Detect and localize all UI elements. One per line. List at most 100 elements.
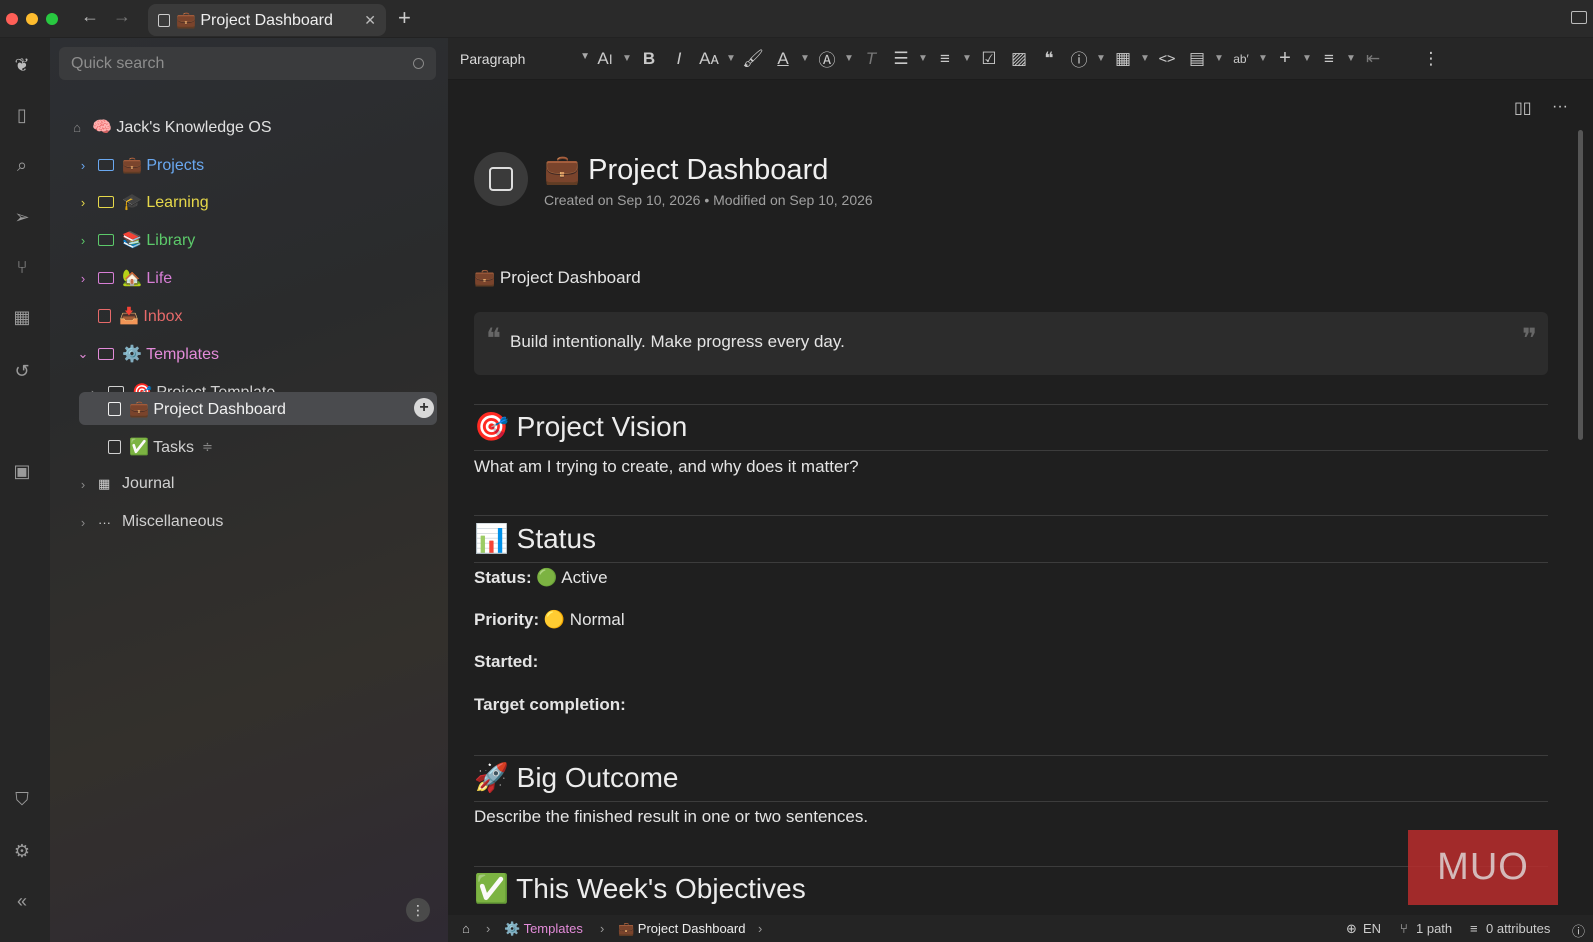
new-note-icon[interactable]: ▯ (11, 104, 33, 126)
intro-text: 💼 Project Dashboard (474, 268, 641, 287)
calendar-icon: ▦ (98, 476, 111, 491)
folder-icon (98, 272, 114, 284)
collapse-icon[interactable]: « (11, 890, 33, 912)
divider (474, 755, 1548, 756)
chevron-right-icon[interactable]: › (76, 195, 90, 210)
new-tab-icon[interactable]: + (398, 5, 411, 31)
chevron-down-icon[interactable]: ▼ (1300, 53, 1314, 64)
note-metadata: Created on Sep 10, 2026 • Modified on Se… (544, 192, 873, 208)
relation-map-icon[interactable]: ⑂ (11, 256, 33, 278)
insert-image-icon[interactable]: ▨ (1004, 49, 1034, 69)
tree-item-tasks[interactable]: ✅ Tasks ≑ (86, 431, 213, 463)
chevron-down-icon[interactable]: ▼ (798, 53, 812, 64)
tab-close-icon[interactable]: ✕ (364, 12, 376, 29)
chevron-down-icon[interactable]: ▼ (842, 53, 856, 64)
tree-item-projects[interactable]: › 💼 Projects (76, 149, 204, 181)
info-icon[interactable]: ⓘ (1572, 921, 1585, 940)
table-icon[interactable]: ▦ (1108, 49, 1138, 69)
more-vertical-icon[interactable]: ⋮ (1416, 49, 1446, 69)
font-size-icon[interactable]: AI (590, 49, 620, 69)
chevron-right-icon[interactable]: › (76, 477, 90, 492)
chevron-down-icon[interactable]: ▼ (724, 53, 738, 64)
filter-icon: ≑ (201, 439, 213, 454)
format-painter-icon[interactable]: 🖌 (738, 49, 768, 69)
right-panel-toggle-icon[interactable] (1571, 11, 1587, 24)
admonition-icon[interactable]: ⓘ (1064, 46, 1094, 71)
split-view-icon[interactable]: ▯▯ (1514, 98, 1532, 118)
more-horizontal-icon[interactable]: ··· (1552, 98, 1568, 116)
today-calendar-icon[interactable]: ▣ (11, 460, 33, 482)
chevron-right-icon[interactable]: › (76, 233, 90, 248)
breadcrumb-templates[interactable]: ⚙️ Templates (504, 921, 583, 937)
text-case-icon[interactable]: Aᴀ (694, 49, 724, 69)
tree-root[interactable]: ⌂ 🧠 Jack's Knowledge OS (70, 111, 271, 143)
tree-item-journal[interactable]: › ▦ Journal (76, 468, 175, 500)
tree-item-library[interactable]: › 📚 Library (76, 224, 195, 256)
highlight-icon[interactable]: Ⓐ (812, 46, 842, 71)
chevron-down-icon[interactable]: ▼ (1212, 53, 1226, 64)
chevron-down-icon[interactable]: ▼ (916, 53, 930, 64)
tree-item-learning[interactable]: › 🎓 Learning (76, 186, 209, 218)
send-icon[interactable]: ➢ (11, 206, 33, 228)
home-icon[interactable]: ⌂ (462, 921, 470, 936)
minimize-window-button[interactable] (26, 13, 38, 25)
insert-plus-icon[interactable]: + (1270, 47, 1300, 70)
chevron-down-icon[interactable]: ⌄ (76, 346, 90, 362)
chevron-down-icon: ▼ (580, 50, 590, 62)
blockquote-icon[interactable]: ❝ (1034, 49, 1064, 69)
forward-arrow-icon[interactable]: → (110, 6, 134, 27)
chevron-down-icon[interactable]: ▼ (620, 53, 634, 64)
quick-search-input[interactable]: Quick search (59, 47, 436, 80)
back-arrow-icon[interactable]: ← (78, 6, 102, 27)
clear-format-icon[interactable]: T (856, 49, 886, 69)
chevron-down-icon[interactable]: ▼ (1094, 53, 1108, 64)
app-logo-icon[interactable]: ❦ (11, 54, 33, 76)
chevron-down-icon[interactable]: ▼ (960, 53, 974, 64)
search-icon[interactable]: ⌕ (11, 154, 33, 176)
breadcrumb-project-dashboard[interactable]: 💼 Project Dashboard (618, 921, 745, 937)
heading-underline (474, 450, 1548, 451)
chevron-right-icon[interactable]: › (76, 515, 90, 530)
tree-item-life[interactable]: › 🏡 Life (76, 262, 172, 294)
tab-project-dashboard[interactable]: 💼 Project Dashboard ✕ (148, 4, 386, 36)
shield-icon[interactable]: ⛉ (11, 788, 33, 810)
outdent-icon[interactable]: ⇤ (1358, 49, 1388, 69)
bulleted-list-icon[interactable]: ☰ (886, 49, 916, 69)
code-icon[interactable]: <> (1152, 51, 1182, 67)
chevron-right-icon[interactable]: › (76, 158, 90, 173)
paragraph-style-select[interactable]: Paragraph ▼ (460, 51, 590, 67)
attributes-count[interactable]: 0 attributes (1486, 921, 1550, 936)
numbered-list-icon[interactable]: ≡ (930, 49, 960, 69)
editor-scrollbar[interactable] (1578, 130, 1583, 440)
tree-item-label: 📚 Library (122, 232, 196, 249)
tree-menu-button[interactable]: ⋮ (406, 898, 430, 922)
tree-item-project-dashboard[interactable]: 💼 Project Dashboard (86, 393, 286, 425)
history-icon[interactable]: ↺ (11, 360, 33, 382)
paths-count[interactable]: 1 path (1416, 921, 1452, 936)
divider (474, 515, 1548, 516)
chevron-right-icon[interactable]: › (76, 271, 90, 286)
heading-underline (474, 801, 1548, 802)
italic-icon[interactable]: I (664, 49, 694, 69)
todo-list-icon[interactable]: ☑ (974, 49, 1004, 69)
note-title[interactable]: 💼 Project Dashboard (544, 153, 828, 187)
special-chars-icon[interactable]: ab′ (1226, 52, 1256, 66)
chevron-down-icon[interactable]: ▼ (1256, 53, 1270, 64)
font-color-icon[interactable]: A (768, 49, 798, 69)
code-block-icon[interactable]: ▤ (1182, 49, 1212, 69)
tree-item-inbox[interactable]: 📥 Inbox (76, 300, 183, 332)
paragraph-label: Paragraph (460, 50, 526, 67)
add-child-note-button[interactable]: + (414, 398, 434, 418)
language-indicator[interactable]: EN (1363, 921, 1381, 936)
align-icon[interactable]: ≡ (1314, 49, 1344, 69)
chevron-down-icon[interactable]: ▼ (1344, 53, 1358, 64)
tree-item-templates[interactable]: ⌄ ⚙️ Templates (76, 338, 219, 370)
tree-item-miscellaneous[interactable]: › ··· Miscellaneous (76, 506, 224, 538)
chevron-down-icon[interactable]: ▼ (1138, 53, 1152, 64)
close-window-button[interactable] (6, 13, 18, 25)
calendar-icon[interactable]: ▦ (11, 306, 33, 328)
bold-icon[interactable]: B (634, 49, 664, 69)
maximize-window-button[interactable] (46, 13, 58, 25)
gear-icon[interactable]: ⚙ (11, 840, 33, 862)
note-type-icon[interactable] (474, 152, 528, 206)
